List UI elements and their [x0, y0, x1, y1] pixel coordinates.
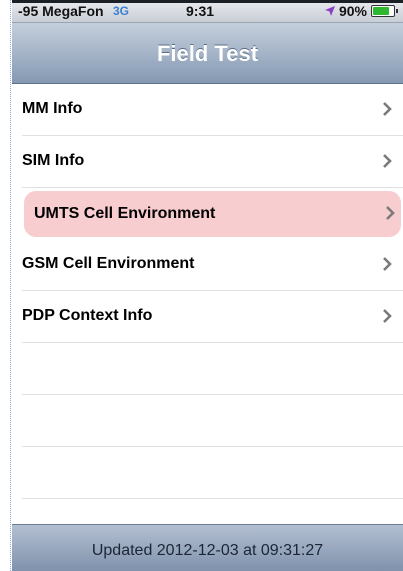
navigation-bar: Field Test	[12, 23, 403, 84]
status-footer: Updated 2012-12-03 at 09:31:27	[12, 524, 403, 571]
network-type: 3G	[113, 4, 130, 18]
battery-percent: 90%	[338, 3, 367, 19]
field-test-menu: MM Info SIM Info UMTS Cell Environment G…	[12, 84, 403, 499]
location-arrow-icon	[324, 6, 335, 16]
menu-item-gsm-cell-environment[interactable]: GSM Cell Environment	[22, 239, 403, 291]
status-bar: -95 MegaFon 3G 9:31 90%	[12, 0, 403, 23]
empty-row	[22, 395, 403, 447]
status-right-group: 90%	[324, 3, 398, 19]
battery-fill	[373, 7, 389, 15]
menu-item-mm-info[interactable]: MM Info	[22, 84, 403, 136]
menu-item-label: UMTS Cell Environment	[34, 205, 216, 222]
chevron-right-icon	[383, 257, 392, 271]
chevron-right-icon	[383, 102, 392, 116]
menu-item-label: PDP Context Info	[22, 307, 153, 324]
battery-cap	[396, 9, 398, 13]
menu-item-label: SIM Info	[22, 152, 85, 169]
menu-item-label: MM Info	[22, 100, 83, 117]
empty-row	[22, 447, 403, 499]
chevron-right-icon	[383, 154, 392, 168]
status-time: 9:31	[186, 3, 215, 19]
chevron-right-icon	[383, 309, 392, 323]
menu-item-umts-cell-environment[interactable]: UMTS Cell Environment	[24, 191, 401, 237]
page-gutter	[0, 0, 11, 571]
chevron-right-icon	[386, 206, 395, 220]
menu-item-pdp-context-info[interactable]: PDP Context Info	[22, 291, 403, 343]
menu-item-label: GSM Cell Environment	[22, 255, 195, 272]
battery-icon	[371, 5, 398, 17]
empty-row	[22, 343, 403, 395]
menu-item-sim-info[interactable]: SIM Info	[22, 136, 403, 188]
page-title: Field Test	[156, 41, 259, 66]
phone-screen: -95 MegaFon 3G 9:31 90% Field Test MM In…	[12, 0, 403, 571]
last-updated-text: Updated 2012-12-03 at 09:31:27	[91, 542, 324, 559]
carrier-signal: -95 MegaFon	[18, 3, 104, 19]
